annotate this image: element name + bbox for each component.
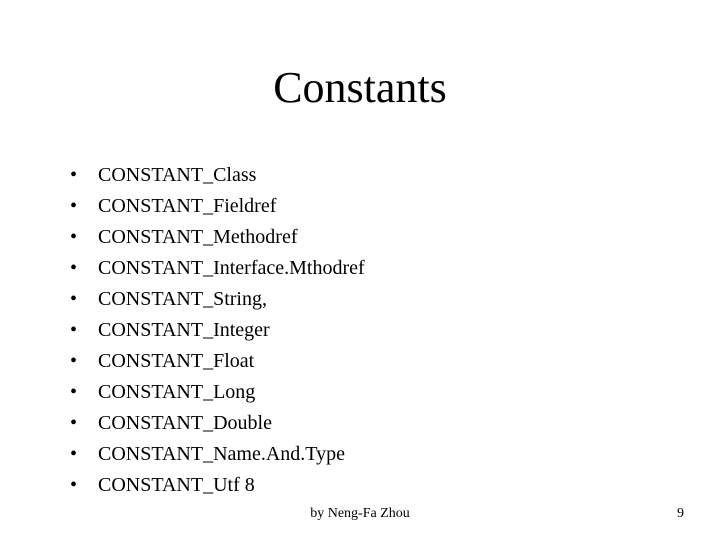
- bullet-icon: •: [70, 377, 98, 408]
- list-item: • CONSTANT_Interface.Mthodref: [70, 253, 365, 284]
- list-item: • CONSTANT_Double: [70, 408, 365, 439]
- list-item: • CONSTANT_Long: [70, 377, 365, 408]
- bullet-icon: •: [70, 191, 98, 222]
- bullet-icon: •: [70, 315, 98, 346]
- list-item: • CONSTANT_Class: [70, 160, 365, 191]
- bullet-icon: •: [70, 346, 98, 377]
- list-item-label: CONSTANT_Name.And.Type: [98, 439, 345, 470]
- list-item: • CONSTANT_Integer: [70, 315, 365, 346]
- list-item-label: CONSTANT_Utf 8: [98, 470, 255, 501]
- bullet-icon: •: [70, 222, 98, 253]
- list-item-label: CONSTANT_Methodref: [98, 222, 297, 253]
- list-item-label: CONSTANT_Interface.Mthodref: [98, 253, 365, 284]
- bullet-icon: •: [70, 439, 98, 470]
- list-item: • CONSTANT_Utf 8: [70, 470, 365, 501]
- list-item-label: CONSTANT_Double: [98, 408, 272, 439]
- list-item-label: CONSTANT_Float: [98, 346, 254, 377]
- bullet-icon: •: [70, 470, 98, 501]
- constant-list: • CONSTANT_Class • CONSTANT_Fieldref • C…: [70, 160, 365, 501]
- slide-title: Constants: [0, 62, 720, 113]
- list-item-label: CONSTANT_Integer: [98, 315, 270, 346]
- list-item: • CONSTANT_Fieldref: [70, 191, 365, 222]
- list-item-label: CONSTANT_Long: [98, 377, 255, 408]
- list-item-label: CONSTANT_String,: [98, 284, 267, 315]
- bullet-icon: •: [70, 284, 98, 315]
- list-item: • CONSTANT_Name.And.Type: [70, 439, 365, 470]
- bullet-icon: •: [70, 253, 98, 284]
- list-item: • CONSTANT_Float: [70, 346, 365, 377]
- page-number: 9: [677, 506, 684, 522]
- list-item-label: CONSTANT_Class: [98, 160, 256, 191]
- list-item-label: CONSTANT_Fieldref: [98, 191, 276, 222]
- bullet-icon: •: [70, 408, 98, 439]
- list-item: • CONSTANT_String,: [70, 284, 365, 315]
- bullet-icon: •: [70, 160, 98, 191]
- list-item: • CONSTANT_Methodref: [70, 222, 365, 253]
- footer-author: by Neng-Fa Zhou: [0, 506, 720, 522]
- slide: Constants • CONSTANT_Class • CONSTANT_Fi…: [0, 0, 720, 540]
